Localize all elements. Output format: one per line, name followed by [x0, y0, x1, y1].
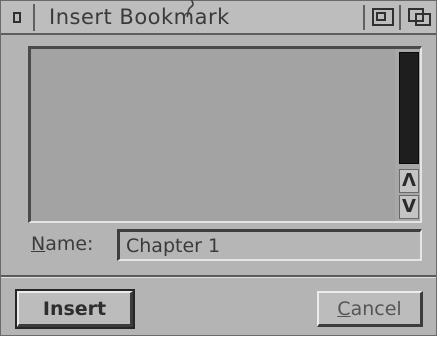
title-bar[interactable]: Insert Bookmark [1, 0, 436, 35]
cursor-mark-icon [186, 0, 194, 18]
name-label-mnemonic: N [31, 233, 46, 255]
scroll-down-button[interactable]: V [399, 195, 419, 219]
minimize-icon [372, 8, 394, 26]
insert-button[interactable]: Insert [15, 289, 135, 329]
cancel-button[interactable]: Cancel [317, 291, 423, 327]
insert-button-label: Insert [42, 297, 107, 320]
cancel-button-text: ancel [350, 297, 402, 320]
scroll-up-icon: Λ [402, 170, 416, 191]
minimize-button[interactable] [363, 5, 399, 30]
scroll-thumb[interactable] [399, 52, 419, 164]
system-menu-icon [13, 12, 21, 23]
cancel-button-mnemonic: C [337, 297, 351, 320]
name-label: Name: [31, 231, 93, 257]
button-separator [1, 275, 436, 278]
restore-button[interactable] [399, 5, 436, 30]
restore-icon [408, 8, 431, 26]
vertical-scrollbar[interactable]: Λ V [399, 52, 419, 219]
system-menu-button[interactable] [3, 4, 35, 31]
name-input[interactable] [117, 229, 422, 261]
scroll-up-button[interactable]: Λ [399, 169, 419, 193]
scroll-down-icon: V [402, 196, 416, 217]
bookmark-list-box: Λ V [28, 46, 422, 223]
insert-bookmark-dialog: Insert Bookmark Λ V Name: Chapter 1 Inse… [0, 0, 437, 336]
bookmark-list[interactable] [31, 49, 395, 221]
name-label-text: ame: [45, 233, 94, 255]
